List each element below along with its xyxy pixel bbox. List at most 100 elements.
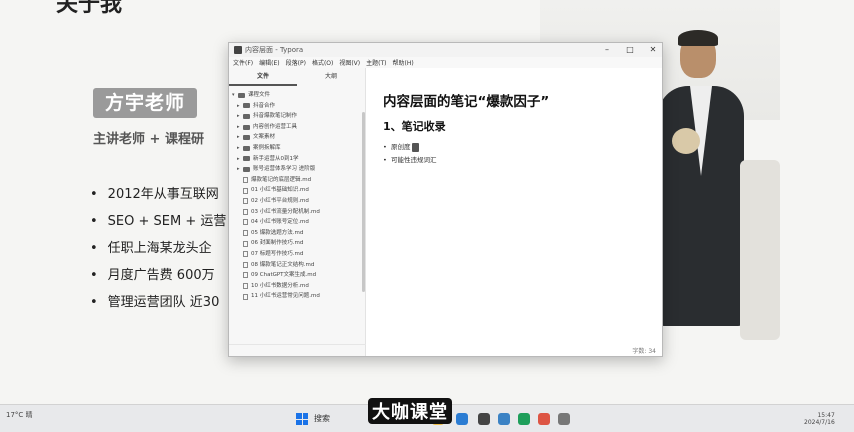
- bio-item: 2012年从事互联网: [90, 186, 230, 213]
- file-tree: ▾ 课程文件 ▸ 抖音合作 ▸ 抖音爆款笔记制作 ▸ 内容创作运营工具 ▸ 文案素材 ▸ 案例拆解库 ▸…: [229, 86, 365, 302]
- file-icon: [243, 251, 248, 258]
- file-icon: [243, 282, 248, 289]
- menu-view[interactable]: 视图(V): [339, 58, 360, 67]
- maximize-icon[interactable]: □: [625, 45, 635, 55]
- clock-date: 2024/7/16: [804, 419, 835, 426]
- tree-label: 03 小红书流量分配机制.md: [251, 208, 320, 215]
- tree-label: 课程文件: [248, 92, 271, 98]
- tab-files[interactable]: 文件: [229, 68, 297, 86]
- file-icon: [243, 208, 248, 215]
- tree-folder[interactable]: ▾ 课程文件: [229, 90, 365, 101]
- tree-label: 02 小红书平台规则.md: [251, 197, 309, 204]
- folder-icon: [243, 135, 250, 141]
- typora-window: 内容层面 - Typora – □ ✕ 文件(F) 编辑(E) 段落(P) 格式…: [228, 42, 663, 357]
- watermark-logo: 大咖课堂: [368, 398, 452, 424]
- tree-label: 文案素材: [253, 134, 276, 141]
- tree-label: 爆款笔记的底层逻辑.md: [251, 176, 312, 183]
- app-icon-gray[interactable]: [558, 413, 570, 425]
- menu-file[interactable]: 文件(F): [233, 58, 253, 67]
- tree-file[interactable]: 爆款笔记的底层逻辑.md: [229, 175, 365, 186]
- file-icon: [243, 272, 248, 279]
- tree-folder[interactable]: ▸ 内容创作运营工具: [229, 122, 365, 133]
- editor-pane[interactable]: 内容层面的笔记“爆款因子” 1、笔记收录 原创度 可能性违规词汇 字数: 34: [367, 68, 662, 356]
- tree-file[interactable]: 08 爆款笔记正文结构.md: [229, 260, 365, 271]
- folder-icon: [243, 156, 250, 162]
- file-sidebar: 文件 大纲 ▾ 课程文件 ▸ 抖音合作 ▸ 抖音爆款笔记制作 ▸ 内容创作运营工具 ▸ 文案素材 ▸…: [229, 68, 366, 356]
- window-title: 内容层面 - Typora: [245, 46, 304, 54]
- tree-label: 06 封面制作技巧.md: [251, 240, 304, 247]
- app-icon-red[interactable]: [538, 413, 550, 425]
- weather-widget[interactable]: 17°C 晴: [6, 412, 36, 419]
- tree-folder[interactable]: ▸ 账号运营体系学习 进阶版: [229, 164, 365, 175]
- folder-icon: [243, 103, 250, 109]
- tree-folder[interactable]: ▸ 案例拆解库: [229, 143, 365, 154]
- bio-item: 管理运营团队 近30: [90, 294, 230, 321]
- tree-file[interactable]: 07 标题写作技巧.md: [229, 249, 365, 260]
- flower-decoration: [672, 128, 700, 154]
- windows-start-icon[interactable]: [296, 413, 308, 425]
- taskbar-search[interactable]: 搜索: [314, 413, 330, 424]
- menu-edit[interactable]: 编辑(E): [259, 58, 279, 67]
- tree-file[interactable]: 05 爆款选题方法.md: [229, 228, 365, 239]
- tree-label: 抖音爆款笔记制作: [253, 113, 298, 120]
- folder-icon: [243, 145, 250, 151]
- clock-time: 15:47: [817, 412, 835, 419]
- tree-file[interactable]: 11 小红书运营常见问题.md: [229, 291, 365, 302]
- system-clock[interactable]: 15:47 2024/7/16: [804, 412, 835, 426]
- tree-folder[interactable]: ▸ 抖音合作: [229, 101, 365, 112]
- tree-label: 抖音合作: [253, 102, 276, 109]
- menu-help[interactable]: 帮助(H): [393, 58, 414, 67]
- doc-heading-2: 1、笔记收录: [383, 120, 446, 133]
- presenter-name: 方宇老师: [93, 88, 197, 118]
- bio-item: SEO + SEM + 运营: [90, 213, 230, 240]
- tree-label: 账号运营体系学习 进阶版: [253, 166, 316, 173]
- word-count: 字数: 34: [632, 348, 656, 355]
- tree-file[interactable]: 03 小红书流量分配机制.md: [229, 207, 365, 218]
- tree-label: 10 小红书数据分析.md: [251, 282, 309, 289]
- file-icon: [243, 293, 248, 300]
- sidebar-scrollbar[interactable]: [362, 112, 365, 292]
- doc-list: 原创度 可能性违规词汇: [383, 141, 662, 167]
- tree-label: 09 ChatGPT文案生成.md: [251, 272, 317, 279]
- slide-title: 关于我: [56, 0, 123, 17]
- app-icon: [234, 46, 242, 54]
- title-bar[interactable]: 内容层面 - Typora – □ ✕: [229, 43, 662, 57]
- doc-list-item[interactable]: 原创度: [383, 141, 662, 154]
- tree-file[interactable]: 02 小红书平台规则.md: [229, 196, 365, 207]
- bio-item: 月度广告费 600万: [90, 267, 230, 294]
- bio-list: 2012年从事互联网 SEO + SEM + 运营 任职上海某龙头企 月度广告费…: [90, 186, 230, 321]
- folder-icon: [243, 124, 250, 130]
- app-icon-green[interactable]: [518, 413, 530, 425]
- menu-paragraph[interactable]: 段落(P): [286, 58, 306, 67]
- tree-label: 11 小红书运营常见问题.md: [251, 293, 320, 300]
- typora-taskbar-icon[interactable]: [478, 413, 490, 425]
- file-icon: [243, 177, 248, 184]
- menu-format[interactable]: 格式(O): [312, 58, 333, 67]
- screen: 关于我 方宇老师 主讲老师 + 课程研 2012年从事互联网 SEO + SEM…: [0, 0, 854, 432]
- menu-theme[interactable]: 主题(T): [366, 58, 386, 67]
- tree-file[interactable]: 04 小红书账号定位.md: [229, 217, 365, 228]
- tree-label: 08 爆款笔记正文结构.md: [251, 261, 315, 268]
- close-icon[interactable]: ✕: [648, 45, 658, 55]
- file-icon: [243, 261, 248, 268]
- tree-file[interactable]: 01 小红书基础知识.md: [229, 185, 365, 196]
- tab-outline[interactable]: 大纲: [297, 68, 365, 86]
- minimize-icon[interactable]: –: [602, 45, 612, 55]
- file-icon: [243, 198, 248, 205]
- tree-folder[interactable]: ▸ 抖音爆款笔记制作: [229, 111, 365, 122]
- tree-file[interactable]: 10 小红书数据分析.md: [229, 281, 365, 292]
- file-icon: [243, 240, 248, 247]
- presenter-photo: [658, 30, 748, 350]
- store-icon[interactable]: [456, 413, 468, 425]
- folder-icon: [238, 92, 245, 98]
- menu-bar: 文件(F) 编辑(E) 段落(P) 格式(O) 视图(V) 主题(T) 帮助(H…: [229, 57, 662, 68]
- tree-label: 01 小红书基础知识.md: [251, 187, 309, 194]
- tree-folder[interactable]: ▸ 文案素材: [229, 132, 365, 143]
- file-icon: [243, 230, 248, 237]
- doc-list-item[interactable]: 可能性违规词汇: [383, 154, 662, 167]
- browser-icon[interactable]: [498, 413, 510, 425]
- tree-file[interactable]: 09 ChatGPT文案生成.md: [229, 270, 365, 281]
- tree-label: 07 标题写作技巧.md: [251, 250, 304, 257]
- tree-file[interactable]: 06 封面制作技巧.md: [229, 238, 365, 249]
- tree-folder[interactable]: ▸ 新手运营从0到1学: [229, 154, 365, 165]
